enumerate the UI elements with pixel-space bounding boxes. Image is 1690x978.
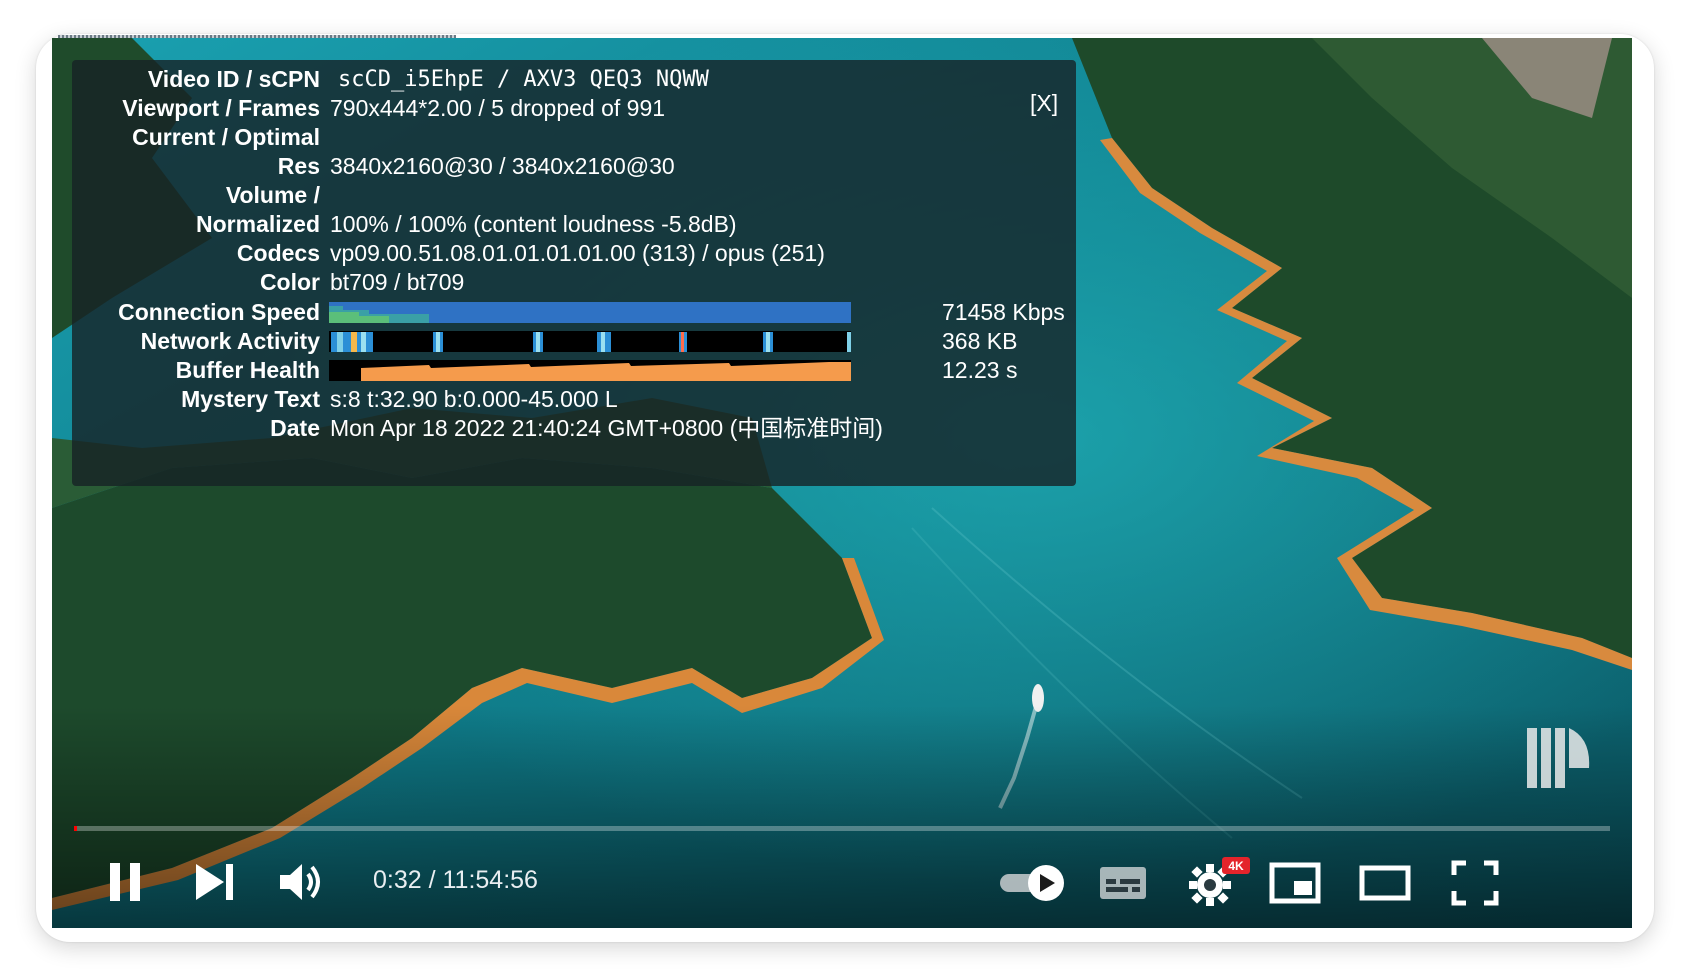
- stats-row-color: Color bt709 / bt709: [72, 267, 1076, 298]
- buffer-health-value: 12.23 s: [942, 357, 1018, 383]
- miniplayer-icon[interactable]: [1268, 855, 1324, 911]
- stats-label: Buffer Health: [175, 357, 320, 383]
- stats-value: Mon Apr 18 2022 21:40:24 GMT+0800 (中国标准时…: [330, 415, 883, 441]
- stats-value: vp09.00.51.08.01.01.01.01.00 (313) / opu…: [330, 240, 825, 266]
- stats-label: Current / Optimal: [132, 124, 320, 150]
- stats-row-codecs: Codecs vp09.00.51.08.01.01.01.01.00 (313…: [72, 238, 1076, 269]
- network-activity-graph: [329, 331, 851, 352]
- buffer-health-graph: [329, 360, 851, 381]
- stats-row-normalized: Normalized 100% / 100% (content loudness…: [72, 209, 1076, 240]
- stats-row-network-activity: Network Activity 368 KB: [72, 326, 1076, 357]
- fullscreen-icon[interactable]: [1448, 855, 1504, 911]
- stats-value: scCD_i5EhpE / AXV3 QEQ3 NQWW: [338, 67, 709, 92]
- time-display: 0:32 / 11:54:56: [373, 866, 538, 894]
- stats-label: Codecs: [236, 240, 320, 266]
- gear-icon[interactable]: 4K: [1184, 855, 1254, 911]
- stats-value: bt709 / bt709: [330, 269, 465, 295]
- stats-value: s:8 t:32.90 b:0.000-45.000 L: [330, 386, 618, 412]
- next-icon[interactable]: [188, 855, 244, 911]
- stats-label: Network Activity: [140, 328, 320, 354]
- stats-label: Viewport / Frames: [122, 95, 320, 121]
- stats-row-res: Res 3840x2160@30 / 3840x2160@30: [72, 151, 1076, 182]
- stats-label: Video ID / sCPN: [147, 66, 320, 92]
- stats-row-video-id: Video ID / sCPN scCD_i5EhpE / AXV3 QEQ3 …: [72, 64, 1076, 95]
- stats-label: Res: [277, 153, 320, 179]
- stats-label: Connection Speed: [118, 299, 320, 325]
- stats-value: 790x444*2.00 / 5 dropped of 991: [330, 95, 666, 121]
- stats-row-volume: Volume /: [72, 180, 1076, 211]
- video-player[interactable]: [X] Video ID / sCPN scCD_i5EhpE / AXV3 Q…: [52, 38, 1632, 928]
- stats-row-viewport: Viewport / Frames 790x444*2.00 / 5 dropp…: [72, 93, 1076, 124]
- stats-value: 100% / 100% (content loudness -5.8dB): [330, 211, 737, 237]
- stats-for-nerds-panel: [X] Video ID / sCPN scCD_i5EhpE / AXV3 Q…: [72, 60, 1076, 486]
- connection-speed-value: 71458 Kbps: [942, 299, 1065, 325]
- channel-watermark-logo: [1527, 728, 1590, 788]
- stats-label: Volume /: [225, 182, 320, 208]
- settings-badge-label: 4K: [1228, 859, 1244, 873]
- stats-row-mystery-text: Mystery Text s:8 t:32.90 b:0.000-45.000 …: [72, 384, 1076, 415]
- stats-label: Normalized: [196, 211, 320, 237]
- stats-label: Mystery Text: [181, 386, 320, 412]
- stats-row-buffer-health: Buffer Health 12.23 s: [72, 355, 1076, 386]
- volume-icon[interactable]: [274, 855, 330, 911]
- autoplay-toggle-icon[interactable]: [996, 855, 1072, 911]
- stats-row-connection-speed: Connection Speed 71458 Kbps: [72, 297, 1076, 328]
- connection-speed-graph: [329, 302, 851, 323]
- seek-bar[interactable]: [74, 826, 1610, 831]
- pause-icon[interactable]: [100, 855, 156, 911]
- stats-label: Date: [270, 415, 320, 441]
- stats-row-current-optimal: Current / Optimal: [72, 122, 1076, 153]
- stats-row-date: Date Mon Apr 18 2022 21:40:24 GMT+0800 (…: [72, 413, 1076, 444]
- network-activity-value: 368 KB: [942, 328, 1018, 354]
- seek-bar-played: [74, 826, 77, 831]
- theater-mode-icon[interactable]: [1358, 855, 1414, 911]
- stats-value: 3840x2160@30 / 3840x2160@30: [330, 153, 675, 179]
- subtitles-icon[interactable]: [1096, 855, 1152, 911]
- stats-label: Color: [259, 269, 320, 295]
